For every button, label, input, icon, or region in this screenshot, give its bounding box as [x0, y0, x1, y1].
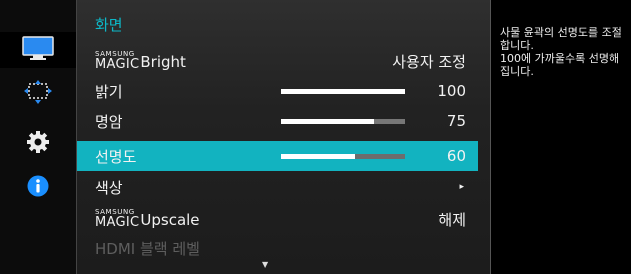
menu-item-value: 75 — [446, 112, 466, 130]
slider-fill — [281, 118, 374, 124]
menu-title: 화면 — [95, 16, 123, 34]
tab-screen-size[interactable] — [0, 76, 76, 112]
menu-item-contrast[interactable]: 명암 75 — [77, 106, 478, 136]
menu-item-color[interactable]: 색상 ▸ — [77, 172, 478, 202]
monitor-picture-icon — [22, 36, 54, 64]
sharpness-slider[interactable] — [281, 153, 405, 159]
submenu-arrow-icon: ▸ — [459, 182, 464, 192]
scroll-down-icon[interactable]: ▼ — [262, 260, 268, 269]
menu-item-label: 밝기 — [95, 82, 123, 101]
tab-system[interactable] — [0, 126, 76, 162]
tab-information[interactable] — [0, 170, 76, 206]
menu-item-sharpness[interactable]: 선명도 60 — [77, 141, 478, 171]
menu-item-label: HDMI 블랙 레벨 — [95, 239, 200, 258]
menu-item-label: SAMSUNG MAGIC Bright — [95, 50, 186, 72]
menu-item-label: 선명도 — [95, 147, 137, 166]
menu-item-value: 해제 — [438, 210, 466, 229]
samsung-magic-logo: SAMSUNG MAGIC — [95, 208, 140, 230]
menu-item-brightness[interactable]: 밝기 100 — [77, 76, 478, 106]
menu-item-label: 색상 — [95, 178, 123, 197]
menu-item-label: 명암 — [95, 112, 123, 131]
screen-resize-icon — [24, 80, 52, 108]
menu-item-value: 사용자 조정 — [392, 52, 466, 71]
category-tabs — [0, 0, 76, 274]
brightness-slider[interactable] — [281, 88, 405, 94]
picture-menu-panel: 화면 SAMSUNG MAGIC Bright 사용자 조정 밝기 100 명암 7… — [76, 0, 491, 274]
contrast-slider[interactable] — [281, 118, 405, 124]
menu-item-value: 60 — [446, 147, 466, 165]
tab-picture[interactable] — [0, 32, 76, 68]
slider-fill — [281, 153, 356, 159]
samsung-magic-logo: SAMSUNG MAGIC — [95, 50, 140, 72]
menu-item-magic-bright[interactable]: SAMSUNG MAGIC Bright 사용자 조정 — [77, 46, 478, 76]
info-icon — [27, 175, 49, 201]
gear-icon — [26, 130, 50, 158]
menu-item-label: SAMSUNG MAGIC Upscale — [95, 208, 200, 230]
slider-fill — [281, 88, 405, 94]
menu-item-magic-upscale[interactable]: SAMSUNG MAGIC Upscale 해제 — [77, 204, 478, 234]
menu-item-value: 100 — [437, 82, 466, 100]
help-text: 사물 윤곽의 선명도를 조절합니다. 100에 가까울수록 선명해집니다. — [500, 26, 622, 78]
menu-item-hdmi-black-level: HDMI 블랙 레벨 — [77, 233, 478, 263]
